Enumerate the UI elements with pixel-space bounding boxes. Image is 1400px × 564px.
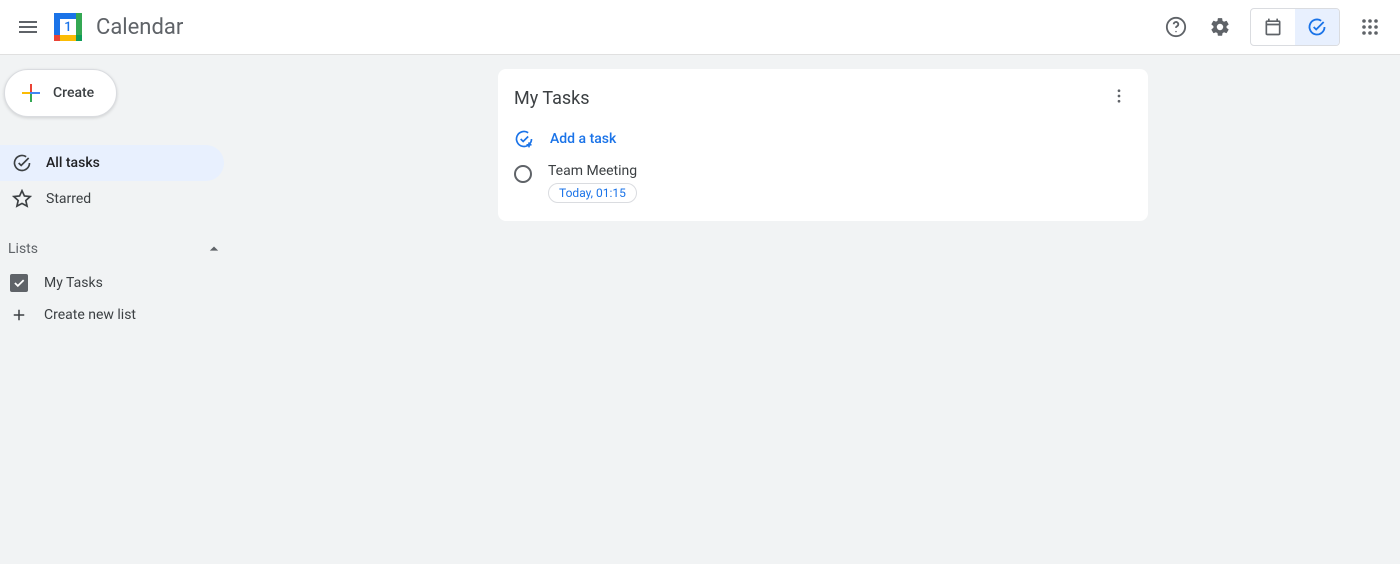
menu-icon bbox=[16, 15, 40, 39]
task-time-chip[interactable]: Today, 01:15 bbox=[548, 183, 637, 203]
more-vert-icon bbox=[1110, 87, 1128, 105]
star-icon bbox=[12, 189, 32, 209]
tasks-view-button[interactable] bbox=[1295, 9, 1339, 45]
add-task-icon bbox=[514, 129, 534, 149]
checkbox-checked-icon[interactable] bbox=[10, 274, 28, 292]
apps-button[interactable] bbox=[1350, 7, 1390, 47]
create-button-label: Create bbox=[53, 85, 94, 101]
support-button[interactable] bbox=[1156, 7, 1196, 47]
calendar-view-icon bbox=[1263, 17, 1283, 37]
lists-header-label: Lists bbox=[8, 241, 38, 257]
panel-header: My Tasks bbox=[514, 83, 1132, 113]
list-item-my-tasks[interactable]: My Tasks bbox=[0, 267, 248, 299]
body: Create All tasks Starred Lists My Tasks bbox=[0, 55, 1400, 564]
panel-more-button[interactable] bbox=[1106, 83, 1132, 113]
chevron-up-icon bbox=[204, 239, 224, 259]
gear-icon bbox=[1209, 16, 1231, 38]
app-title: Calendar bbox=[96, 15, 183, 40]
header: 1 Calendar bbox=[0, 0, 1400, 55]
calendar-logo-icon: 1 bbox=[52, 11, 84, 43]
add-task-label: Add a task bbox=[550, 131, 616, 147]
svg-text:1: 1 bbox=[64, 20, 71, 35]
create-button[interactable]: Create bbox=[4, 69, 117, 117]
sidebar-item-all-tasks[interactable]: All tasks bbox=[0, 145, 224, 181]
plus-multicolor-icon bbox=[19, 81, 43, 105]
task-complete-toggle[interactable] bbox=[514, 165, 532, 183]
sidebar-item-starred[interactable]: Starred bbox=[0, 181, 224, 217]
view-toggle bbox=[1250, 8, 1340, 46]
help-icon bbox=[1165, 16, 1187, 38]
main-menu-button[interactable] bbox=[8, 7, 48, 47]
add-task-button[interactable]: Add a task bbox=[514, 123, 1132, 155]
create-new-list-button[interactable]: Create new list bbox=[0, 299, 248, 331]
sidebar: Create All tasks Starred Lists My Tasks bbox=[0, 55, 248, 564]
main-content: My Tasks Add a task Team Meeting Today, … bbox=[248, 55, 1400, 564]
list-label: My Tasks bbox=[44, 275, 103, 291]
nav-label: All tasks bbox=[46, 155, 100, 171]
logo[interactable]: 1 Calendar bbox=[52, 11, 183, 43]
plus-icon bbox=[10, 306, 28, 324]
task-title: Team Meeting bbox=[548, 163, 637, 179]
check-circle-icon bbox=[12, 153, 32, 173]
task-row[interactable]: Team Meeting Today, 01:15 bbox=[514, 155, 1132, 203]
task-content: Team Meeting Today, 01:15 bbox=[548, 163, 637, 203]
nav-list: All tasks Starred bbox=[0, 145, 248, 217]
calendar-view-button[interactable] bbox=[1251, 9, 1295, 45]
tasks-view-icon bbox=[1307, 17, 1327, 37]
settings-button[interactable] bbox=[1200, 7, 1240, 47]
task-panel: My Tasks Add a task Team Meeting Today, … bbox=[498, 69, 1148, 221]
apps-grid-icon bbox=[1361, 18, 1379, 36]
panel-title: My Tasks bbox=[514, 88, 590, 109]
lists-section-header[interactable]: Lists bbox=[0, 229, 248, 267]
create-list-label: Create new list bbox=[44, 307, 136, 323]
nav-label: Starred bbox=[46, 191, 91, 207]
